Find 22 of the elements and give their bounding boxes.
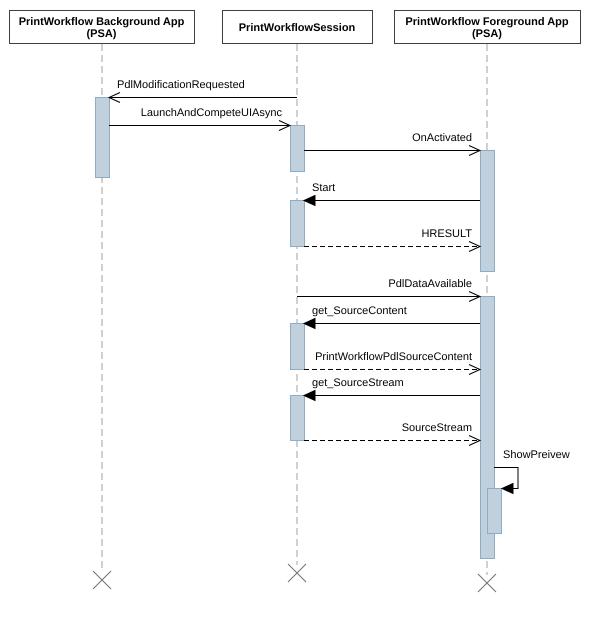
activation-bar — [290, 323, 305, 370]
message-label: SourceStream — [402, 422, 472, 434]
message-label: get_SourceContent — [312, 305, 407, 317]
destruction-mark-icon — [92, 570, 112, 590]
participant-box: PrintWorkflowSession — [222, 10, 373, 44]
destruction-mark-icon — [478, 574, 496, 592]
message-label: get_SourceStream — [312, 377, 404, 389]
message-label: HRESULT — [421, 228, 472, 240]
participant-box: PrintWorkflow Foreground App (PSA) — [394, 10, 581, 44]
participant-box: PrintWorkflow Background App (PSA) — [9, 10, 195, 44]
message-label: ShowPreivew — [503, 449, 570, 461]
message-label: PrintWorkflowPdlSourceContent — [315, 351, 472, 363]
message-label: Start — [312, 182, 336, 194]
activation-bar — [290, 200, 305, 247]
destruction-mark-icon — [288, 564, 306, 582]
self-message-arrow — [494, 467, 518, 494]
message-label: PdlDataAvailable — [388, 278, 472, 290]
message-label: PdlModificationRequested — [117, 79, 245, 91]
message-label: LaunchAndCompeteUIAsync — [140, 107, 282, 119]
activation-bar — [290, 125, 305, 172]
activation-bar — [290, 395, 305, 441]
message-label: OnActivated — [412, 132, 472, 144]
